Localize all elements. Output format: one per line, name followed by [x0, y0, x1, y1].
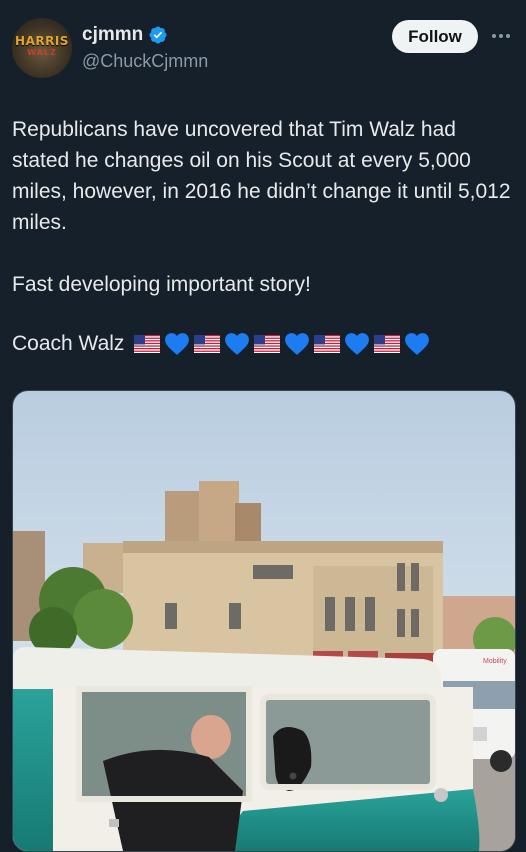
- blue-heart-icon: [345, 332, 370, 355]
- display-name[interactable]: cjmmn: [82, 24, 143, 46]
- verified-badge-icon: [148, 25, 168, 45]
- tweet-header: HARRIS WALZ cjmmn @ChuckCjmmn Follow: [0, 0, 526, 96]
- coach-line-text: Coach Walz: [12, 331, 125, 355]
- emoji-row: [132, 332, 432, 356]
- avatar-logo-subtext: WALZ: [27, 48, 57, 57]
- us-flag-icon: [134, 334, 161, 353]
- blue-heart-icon: [165, 332, 190, 355]
- user-handle[interactable]: @ChuckCjmmn: [82, 51, 208, 72]
- scout-vehicle: [13, 647, 480, 851]
- tweet-paragraph-2: Fast developing important story!: [12, 273, 311, 296]
- blue-heart-icon: [405, 332, 430, 355]
- truck-sign-text: Mobility: [483, 658, 507, 665]
- avatar-logo-text: HARRIS: [15, 34, 69, 48]
- blue-heart-icon: [285, 332, 310, 355]
- follow-button[interactable]: Follow: [392, 20, 478, 53]
- tweet-text: Republicans have uncovered that Tim Walz…: [12, 114, 517, 300]
- photo-scene: Mobility: [13, 391, 515, 851]
- us-flag-icon: [254, 334, 281, 353]
- avatar[interactable]: HARRIS WALZ: [12, 18, 72, 78]
- us-flag-icon: [194, 334, 221, 353]
- us-flag-icon: [314, 334, 341, 353]
- name-row: cjmmn: [82, 24, 168, 46]
- tweet-photo[interactable]: Mobility: [12, 390, 516, 852]
- blue-heart-icon: [225, 332, 250, 355]
- tweet-coach-line: Coach Walz: [12, 328, 432, 359]
- tweet-paragraph-1: Republicans have uncovered that Tim Walz…: [12, 118, 511, 234]
- us-flag-icon: [374, 334, 401, 353]
- more-options-icon[interactable]: [488, 27, 514, 45]
